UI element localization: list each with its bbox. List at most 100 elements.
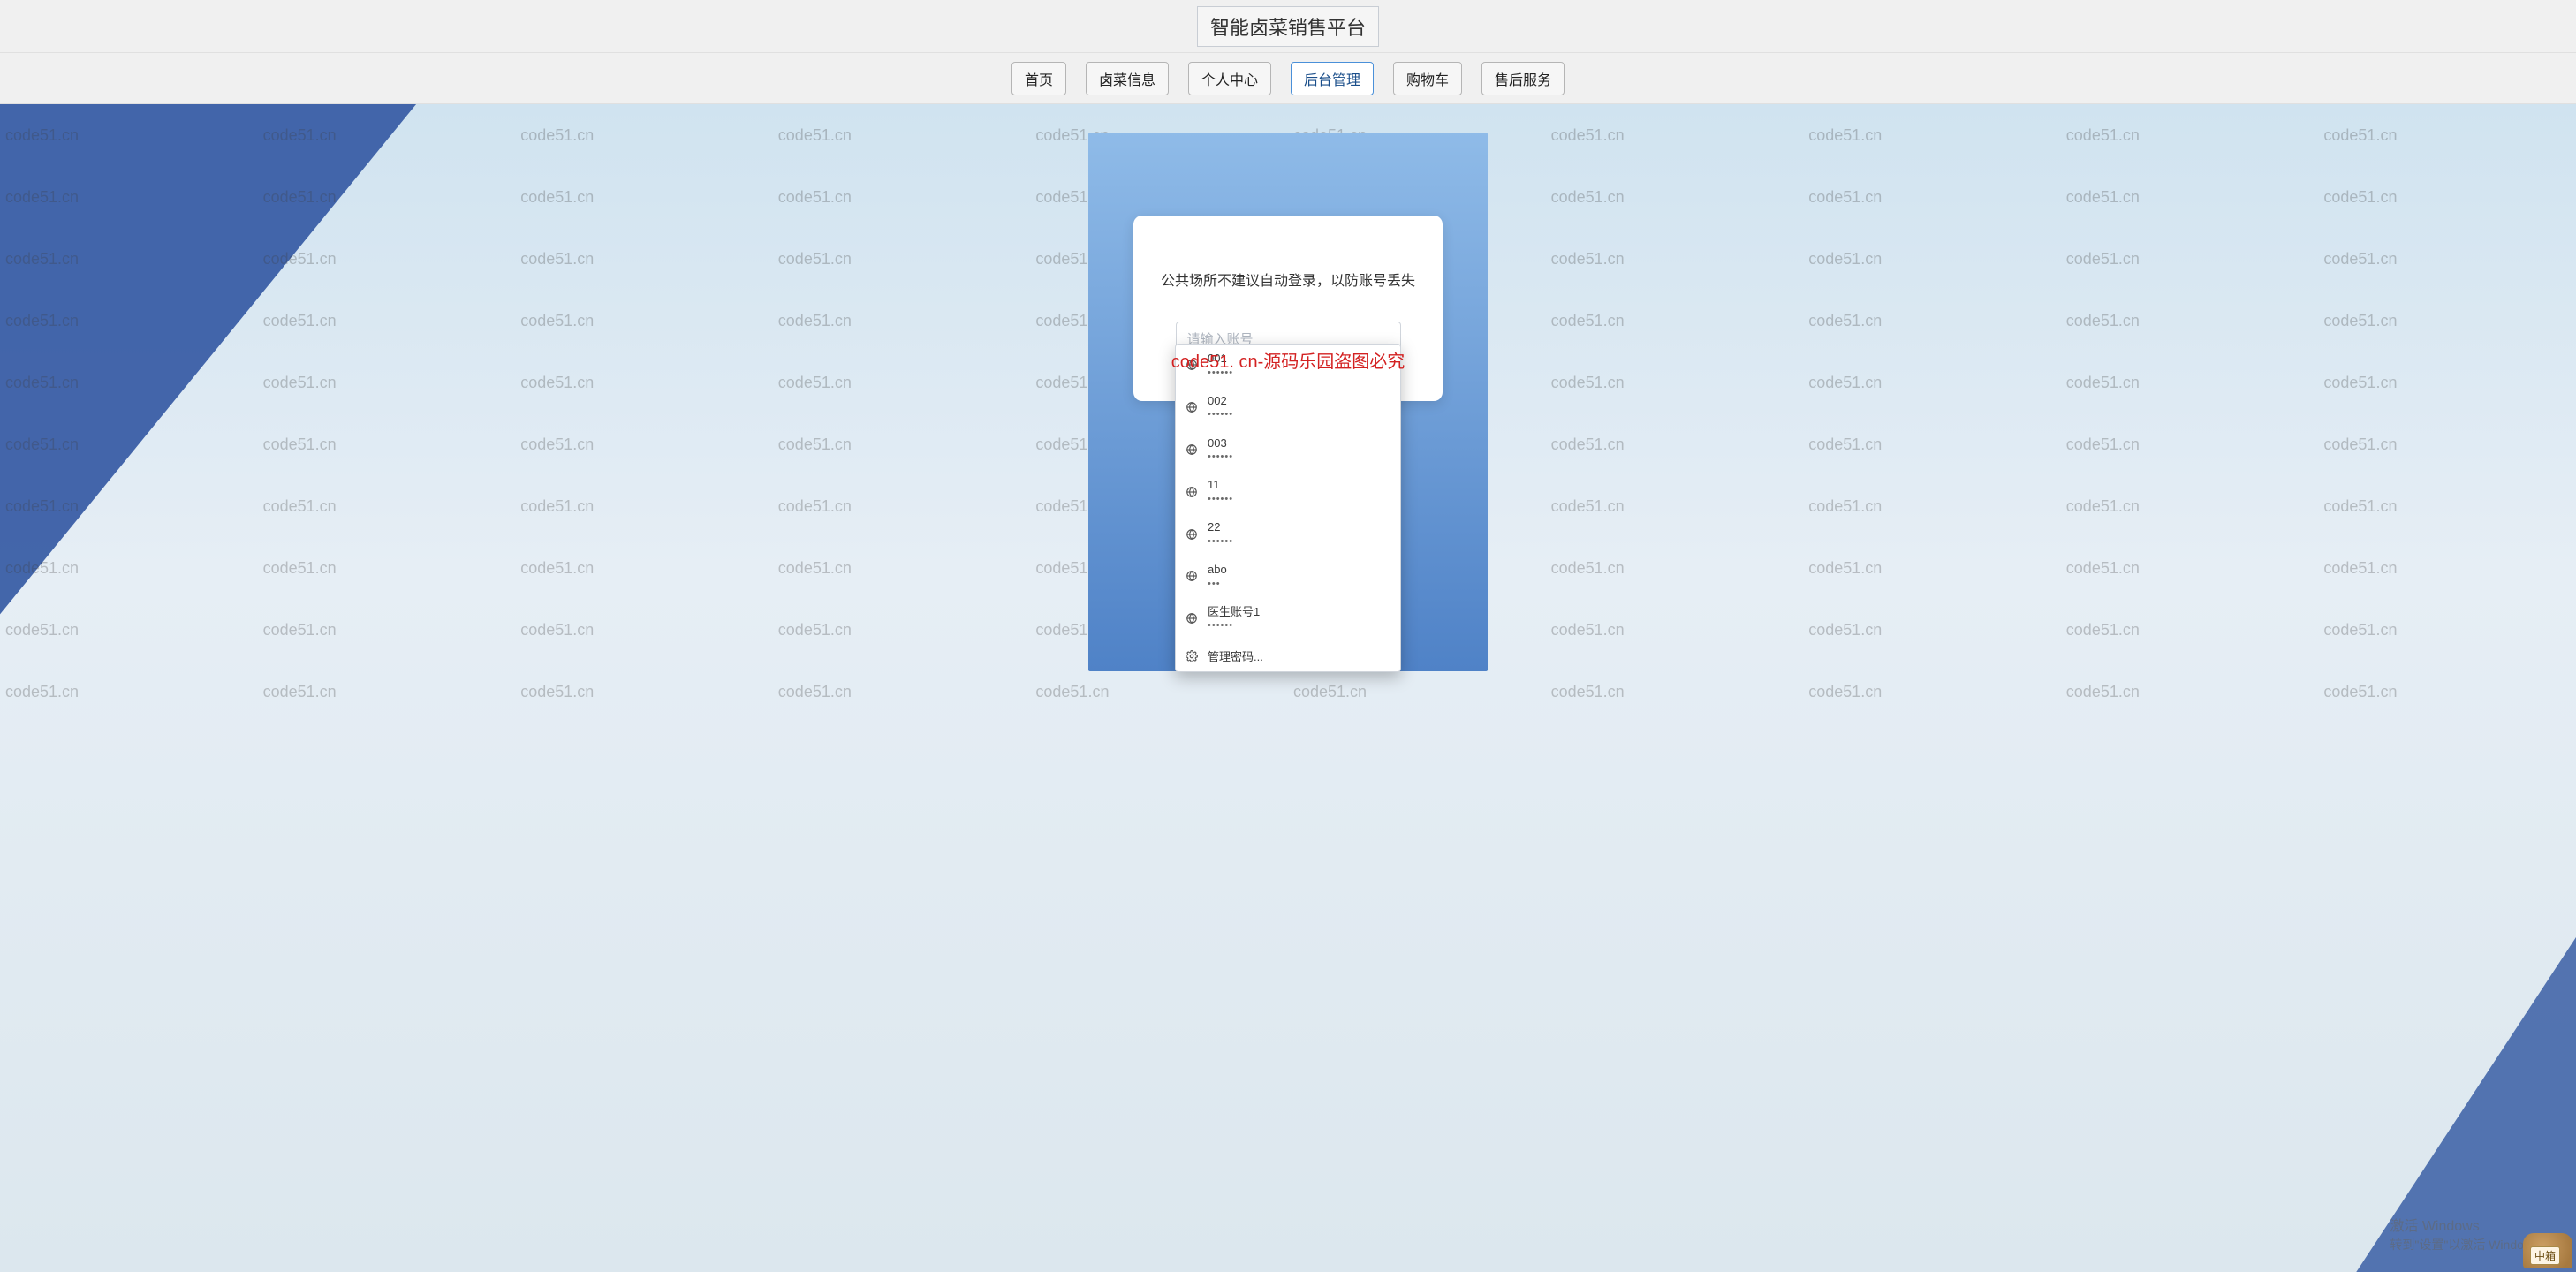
bg-triangle-right <box>2240 883 2576 1272</box>
watermark-text: code51.cn <box>1546 497 1804 516</box>
watermark-text: code51.cn <box>1803 126 2061 145</box>
globe-icon <box>1185 569 1199 583</box>
header-bar: 智能卤菜销售平台 <box>0 0 2576 53</box>
watermark-text: code51.cn <box>773 497 1031 516</box>
globe-icon <box>1185 400 1199 414</box>
autocomplete-item[interactable]: 22 •••••• <box>1176 513 1400 556</box>
watermark-text: code51.cn <box>2061 621 2319 640</box>
gear-icon <box>1185 649 1199 663</box>
watermark-text: code51.cn <box>1803 683 2061 701</box>
watermark-text: code51.cn <box>1546 559 1804 578</box>
watermark-text: code51.cn <box>1803 188 2061 207</box>
autocomplete-item-label: 002 <box>1208 394 1233 408</box>
globe-icon <box>1185 443 1199 457</box>
watermark-text: code51.cn <box>515 126 773 145</box>
watermark-text: code51.cn <box>773 312 1031 330</box>
nav-btn-3[interactable]: 后台管理 <box>1291 62 1374 95</box>
bg-triangle-left <box>0 104 459 723</box>
watermark-text: code51.cn <box>2318 312 2576 330</box>
watermark-text: code51.cn <box>2318 188 2576 207</box>
autocomplete-item[interactable]: 11•••••• <box>1176 471 1400 513</box>
autocomplete-list[interactable]: 001••••••002••••••003••••••11••••••22•••… <box>1176 344 1400 640</box>
autocomplete-item-label: 22 <box>1208 520 1233 534</box>
watermark-text: code51.cn <box>2061 374 2319 392</box>
watermark-text: code51.cn <box>515 621 773 640</box>
autocomplete-item[interactable]: 001•••••• <box>1176 344 1400 387</box>
watermark-text: code51.cn <box>1030 683 1288 701</box>
manage-passwords[interactable]: 管理密码... <box>1176 640 1400 671</box>
manage-passwords-label: 管理密码... <box>1208 647 1263 664</box>
autocomplete-item[interactable]: 医生账号1•••••• <box>1176 598 1400 640</box>
globe-icon <box>1185 485 1199 499</box>
globe-icon <box>1185 611 1199 625</box>
watermark-text: code51.cn <box>2318 621 2576 640</box>
watermark-text: code51.cn <box>1803 250 2061 269</box>
watermark-text: code51.cn <box>515 683 773 701</box>
watermark-text: code51.cn <box>1803 435 2061 454</box>
page-title: 智能卤菜销售平台 <box>1197 6 1379 47</box>
watermark-text: code51.cn <box>1546 683 1804 701</box>
watermark-text: code51.cn <box>773 621 1031 640</box>
autocomplete-item-label: 医生账号1 <box>1208 605 1260 619</box>
watermark-text: code51.cn <box>1803 497 2061 516</box>
autocomplete-item[interactable]: abo ••• <box>1176 556 1400 598</box>
autocomplete-item-password: ••• <box>1208 579 1227 590</box>
watermark-text: code51.cn <box>1546 621 1804 640</box>
watermark-text: code51.cn <box>515 559 773 578</box>
nav-btn-4[interactable]: 购物车 <box>1393 62 1462 95</box>
watermark-text: code51.cn <box>1546 250 1804 269</box>
watermark-text: code51.cn <box>515 312 773 330</box>
watermark-text: code51.cn <box>1546 374 1804 392</box>
watermark-text: code51.cn <box>773 126 1031 145</box>
watermark-text: code51.cn <box>2318 126 2576 145</box>
watermark-text: code51.cn <box>2061 188 2319 207</box>
watermark-text: code51.cn <box>1546 435 1804 454</box>
watermark-text: code51.cn <box>2318 374 2576 392</box>
watermark-text: code51.cn <box>1546 126 1804 145</box>
autocomplete-item-password: •••••• <box>1208 409 1233 420</box>
watermark-text: code51.cn <box>2061 250 2319 269</box>
nav-btn-1[interactable]: 卤菜信息 <box>1086 62 1169 95</box>
watermark-text: code51.cn <box>2318 435 2576 454</box>
autocomplete-item[interactable]: 002•••••• <box>1176 387 1400 429</box>
nav-btn-5[interactable]: 售后服务 <box>1481 62 1565 95</box>
watermark-text: code51.cn <box>2061 497 2319 516</box>
watermark-text: code51.cn <box>1546 188 1804 207</box>
watermark-text: code51.cn <box>1803 621 2061 640</box>
watermark-text: code51.cn <box>773 559 1031 578</box>
autocomplete-item-label: 003 <box>1208 436 1233 450</box>
autocomplete-item-password: •••••• <box>1208 620 1260 632</box>
autocomplete-item[interactable]: 003•••••• <box>1176 429 1400 472</box>
nav-btn-2[interactable]: 个人中心 <box>1188 62 1271 95</box>
watermark-text: code51.cn <box>515 250 773 269</box>
watermark-text: code51.cn <box>2061 559 2319 578</box>
watermark-text: code51.cn <box>2061 126 2319 145</box>
watermark-text: code51.cn <box>515 497 773 516</box>
watermark-text: code51.cn <box>2061 435 2319 454</box>
watermark-text: code51.cn <box>2318 683 2576 701</box>
watermark-text: code51.cn <box>2318 250 2576 269</box>
watermark-text: code51.cn <box>773 374 1031 392</box>
watermark-text: code51.cn <box>515 374 773 392</box>
watermark-text: code51.cn <box>773 683 1031 701</box>
login-warning-text: 公共场所不建议自动登录，以防账号丢失 <box>1153 269 1423 290</box>
globe-icon <box>1185 527 1199 541</box>
watermark-text: code51.cn <box>515 188 773 207</box>
globe-icon <box>1185 358 1199 372</box>
autocomplete-item-password: •••••• <box>1208 494 1233 505</box>
watermark-text: code51.cn <box>1803 374 2061 392</box>
watermark-text: code51.cn <box>1546 312 1804 330</box>
autocomplete-item-password: •••••• <box>1208 367 1233 379</box>
nav-btn-0[interactable]: 首页 <box>1011 62 1066 95</box>
watermark-text: code51.cn <box>773 188 1031 207</box>
watermark-text: code51.cn <box>1803 312 2061 330</box>
watermark-text: code51.cn <box>2061 683 2319 701</box>
watermark-text: code51.cn <box>773 435 1031 454</box>
nav-bar: 首页卤菜信息个人中心后台管理购物车售后服务 <box>0 53 2576 104</box>
autocomplete-item-label: abo <box>1208 563 1227 577</box>
watermark-text: code51.cn <box>2061 312 2319 330</box>
watermark-text: code51.cn <box>2318 559 2576 578</box>
autocomplete-item-password: •••••• <box>1208 536 1233 548</box>
watermark-text: code51.cn <box>1803 559 2061 578</box>
autocomplete-dropdown[interactable]: 001••••••002••••••003••••••11••••••22•••… <box>1175 344 1401 672</box>
